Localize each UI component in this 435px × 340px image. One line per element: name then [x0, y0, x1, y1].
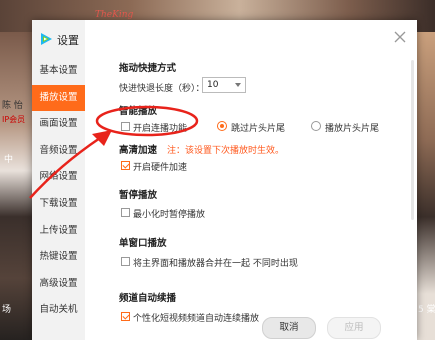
settings-dialog: 设置 基本设置 播放设置 画面设置 音频设置 网络设置 下载设置 上传设置 热键… — [32, 20, 417, 340]
nav-item-auto-shutdown[interactable]: 自动关机 — [32, 297, 85, 324]
section-heading-drag: 拖动快捷方式 — [119, 63, 177, 74]
background-right-strip — [415, 32, 435, 340]
settings-sidebar: 设置 基本设置 播放设置 画面设置 音频设置 网络设置 下载设置 上传设置 热键… — [32, 20, 85, 340]
seek-length-value: 10 — [207, 80, 219, 90]
background-text: 场 — [2, 305, 12, 315]
background-left-strip — [0, 32, 32, 340]
nav-item-download[interactable]: 下载设置 — [32, 191, 85, 218]
single-window-checkbox[interactable] — [121, 257, 130, 266]
nav-item-audio[interactable]: 音频设置 — [32, 138, 85, 165]
hw-accel-label: 开启硬件加速 — [133, 163, 188, 173]
seek-length-select[interactable]: 10 — [202, 77, 246, 93]
background-text: 5 棠 — [418, 305, 435, 315]
settings-nav: 基本设置 播放设置 画面设置 音频设置 网络设置 下载设置 上传设置 热键设置 … — [32, 58, 85, 324]
chevron-down-icon — [235, 83, 241, 87]
auto-continue-checkbox[interactable] — [121, 312, 130, 321]
settings-content: 拖动快捷方式 快进快退长度（秒）： 10 智能播放 开启连播功能 跳过片头片尾 … — [85, 20, 417, 340]
background-brand: TheKing — [95, 10, 134, 20]
section-heading-auto-continue: 频道自动续播 — [119, 293, 177, 304]
nav-item-hotkeys[interactable]: 热键设置 — [32, 244, 85, 271]
tencent-video-logo-icon — [41, 33, 52, 45]
single-window-label: 将主界面和播放器合并在一起 不同时出现 — [133, 259, 298, 269]
hw-accel-note: 注：该设置下次播放时生效。 — [167, 146, 285, 156]
background-text: 陈 怡 — [2, 101, 23, 111]
section-heading-pause: 暂停播放 — [119, 190, 158, 201]
play-intro-label: 播放片头片尾 — [325, 124, 380, 134]
auto-continue-label: 个性化短视频频道自动连续播放 — [133, 314, 260, 324]
nav-item-basic[interactable]: 基本设置 — [32, 58, 85, 85]
play-intro-radio[interactable] — [311, 121, 321, 131]
background-text: 中 — [4, 155, 14, 165]
nav-item-playback[interactable]: 播放设置 — [32, 84, 85, 112]
section-heading-smart-play: 智能播放 — [119, 106, 158, 117]
minimize-pause-checkbox[interactable] — [121, 208, 130, 217]
skip-intro-radio[interactable] — [217, 121, 227, 131]
minimize-pause-label: 最小化时暂停播放 — [133, 210, 206, 220]
section-heading-hw-accel: 高清加速 — [119, 145, 158, 156]
nav-item-advanced[interactable]: 高级设置 — [32, 271, 85, 298]
skip-intro-label: 跳过片头片尾 — [231, 124, 286, 134]
nav-item-upload[interactable]: 上传设置 — [32, 218, 85, 245]
background-text: IP会员 — [2, 115, 26, 124]
section-heading-single-window: 单窗口播放 — [119, 238, 167, 249]
scrollbar[interactable] — [411, 60, 414, 220]
nav-item-display[interactable]: 画面设置 — [32, 111, 85, 138]
nav-item-network[interactable]: 网络设置 — [32, 164, 85, 191]
continuous-play-label: 开启连播功能 — [133, 124, 188, 134]
apply-button[interactable]: 应用 — [327, 317, 381, 339]
seek-length-label: 快进快退长度（秒）： — [119, 84, 205, 94]
dialog-title: 设置 — [57, 34, 79, 47]
hw-accel-checkbox[interactable] — [121, 161, 130, 170]
continuous-play-checkbox[interactable] — [121, 122, 130, 131]
cancel-button[interactable]: 取消 — [262, 317, 316, 339]
